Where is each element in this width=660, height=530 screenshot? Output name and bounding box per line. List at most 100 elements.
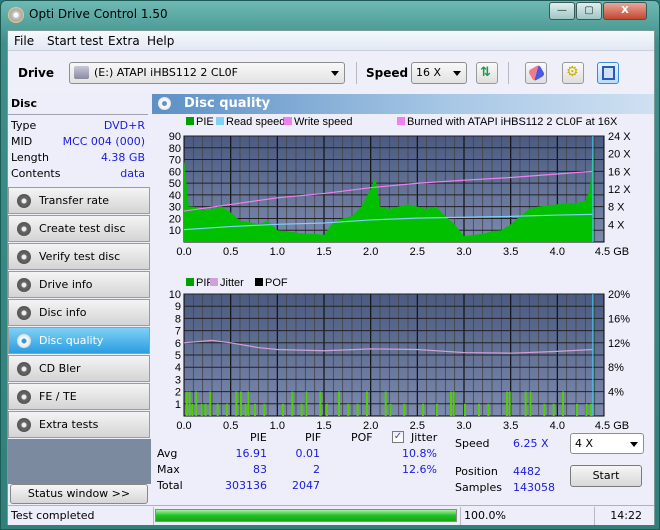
pif-bar bbox=[226, 403, 228, 416]
y-tick-label: 80 bbox=[169, 143, 181, 155]
create-disc-icon bbox=[17, 222, 31, 236]
pif-bar bbox=[305, 391, 308, 416]
refresh-button[interactable]: ⇅ bbox=[476, 62, 498, 84]
start-button[interactable]: Start bbox=[570, 465, 642, 487]
maximize-button[interactable]: ▢ bbox=[576, 2, 602, 20]
pif-bar bbox=[552, 403, 555, 416]
panel-header: Disc quality bbox=[152, 94, 654, 114]
legend-label: PIE bbox=[196, 116, 214, 128]
nav-verify-test-disc[interactable]: Verify test disc bbox=[8, 243, 150, 270]
pif-bar bbox=[291, 391, 294, 416]
header-pif: PIF bbox=[305, 431, 322, 444]
settings-button[interactable]: ⚙ bbox=[562, 62, 584, 84]
x-tick-label: 0.5 bbox=[223, 246, 238, 258]
pif-bar bbox=[188, 391, 191, 416]
drive-icon bbox=[74, 66, 89, 79]
nav-disc-quality[interactable]: Disc quality bbox=[8, 327, 150, 354]
pif-bar bbox=[487, 403, 490, 416]
title-bar[interactable]: Opti Drive Control 1.50 — ▢ X bbox=[1, 1, 659, 29]
pif-bar bbox=[338, 391, 340, 416]
pif-bar bbox=[247, 391, 250, 416]
minimize-button[interactable]: — bbox=[549, 2, 575, 20]
pif-bar bbox=[464, 403, 466, 416]
settings-icon: ⚙ bbox=[566, 64, 579, 80]
nav-fe-te[interactable]: FE / TE bbox=[8, 383, 150, 410]
test-speed-select[interactable]: 4 X bbox=[570, 433, 644, 454]
nav-label: Extra tests bbox=[39, 418, 99, 431]
pif-bar bbox=[263, 403, 266, 416]
y-right-tick-label: 8 X bbox=[608, 202, 625, 214]
nav-cd-bler[interactable]: CD Bler bbox=[8, 355, 150, 382]
drive-info-icon bbox=[17, 278, 31, 292]
y-tick-label: 60 bbox=[169, 166, 181, 178]
pif-bar bbox=[209, 391, 212, 416]
y-right-tick-label: 12 X bbox=[608, 184, 631, 196]
x-tick-label: 4.5 GB bbox=[595, 246, 629, 258]
pif-bar bbox=[185, 391, 188, 416]
pif-bar bbox=[478, 403, 480, 416]
erase-button[interactable] bbox=[525, 62, 547, 84]
save-button[interactable] bbox=[597, 62, 619, 84]
pif-bar bbox=[195, 391, 198, 416]
speed-label: Speed bbox=[366, 66, 409, 80]
pif-bar bbox=[200, 403, 203, 416]
disc-mid-value: MCC 004 (000) bbox=[62, 135, 145, 148]
legend-label: Read speed bbox=[226, 116, 285, 128]
nav-create-test-disc[interactable]: Create test disc bbox=[8, 215, 150, 242]
pif-bar bbox=[562, 391, 564, 416]
y-right-tick-label: 16% bbox=[608, 313, 630, 325]
menu-start-test[interactable]: Start test bbox=[47, 34, 103, 48]
legend-swatch bbox=[210, 278, 218, 286]
pif-bar bbox=[254, 403, 256, 416]
legend-swatch bbox=[186, 278, 194, 286]
pif-bar bbox=[347, 403, 350, 416]
drive-select[interactable]: (E:) ATAPI iHBS112 2 CL0F bbox=[69, 62, 345, 84]
avg-pie: 16.91 bbox=[235, 447, 268, 460]
max-pie: 83 bbox=[253, 463, 267, 476]
nav-drive-info[interactable]: Drive info bbox=[8, 271, 150, 298]
menu-file[interactable]: File bbox=[14, 34, 34, 48]
disc-length-value: 4.38 GB bbox=[100, 151, 145, 164]
nav-label: FE / TE bbox=[39, 390, 77, 403]
panel-title: Disc quality bbox=[184, 96, 271, 111]
nav-disc-info[interactable]: Disc info bbox=[8, 299, 150, 326]
nav-label: Disc info bbox=[39, 306, 87, 319]
legend-label: Burned with ATAPI iHBS112 2 CL0F at 16X bbox=[407, 116, 618, 128]
disc-type-row: Type DVD+R bbox=[11, 119, 145, 135]
speed-stat-value: 6.25 X bbox=[513, 437, 549, 450]
nav-transfer-rate[interactable]: Transfer rate bbox=[8, 187, 150, 214]
status-window-button[interactable]: Status window >> bbox=[10, 484, 148, 504]
pif-bar bbox=[576, 403, 578, 416]
pif-bar bbox=[543, 403, 546, 416]
disc-length-key: Length bbox=[11, 151, 49, 164]
client-area: File Start test Extra Help Drive (E:) AT… bbox=[7, 30, 655, 525]
pif-bar bbox=[590, 403, 592, 416]
stats-panel: PIE PIF POF ✓ Jitter Avg 16.91 0.01 10.8… bbox=[152, 427, 654, 502]
app-window: Opti Drive Control 1.50 — ▢ X File Start… bbox=[0, 0, 660, 530]
menu-help[interactable]: Help bbox=[147, 34, 174, 48]
app-disc-icon bbox=[8, 7, 24, 23]
eraser-icon bbox=[527, 64, 546, 82]
test-speed-value: 4 X bbox=[575, 437, 594, 450]
nav-extra-tests[interactable]: Extra tests bbox=[8, 411, 150, 438]
status-message: Test completed bbox=[8, 507, 154, 525]
menu-extra[interactable]: Extra bbox=[108, 34, 140, 48]
status-bar: Test completed 100.0% 14:22 bbox=[8, 505, 654, 525]
pif-bar bbox=[452, 391, 455, 416]
header-pie: PIE bbox=[250, 431, 267, 444]
legend-label: POF bbox=[265, 277, 288, 289]
toolbar: Drive (E:) ATAPI iHBS112 2 CL0F Speed 16… bbox=[8, 52, 654, 94]
samples-label: Samples bbox=[455, 481, 502, 494]
pif-bar bbox=[403, 403, 406, 416]
drive-select-value: (E:) ATAPI iHBS112 2 CL0F bbox=[94, 66, 238, 79]
y-tick-label: 5 bbox=[175, 350, 181, 362]
close-button[interactable]: X bbox=[603, 2, 647, 20]
pif-bar bbox=[585, 403, 588, 416]
jitter-checkbox[interactable]: ✓ bbox=[392, 431, 404, 443]
pif-bar bbox=[524, 391, 527, 416]
nav-label: Disc quality bbox=[39, 334, 104, 347]
progress-percent: 100.0% bbox=[460, 507, 595, 525]
speed-select[interactable]: 16 X bbox=[411, 62, 467, 84]
menu-bar: File Start test Extra Help bbox=[8, 31, 654, 51]
y-tick-label: 70 bbox=[169, 155, 181, 167]
